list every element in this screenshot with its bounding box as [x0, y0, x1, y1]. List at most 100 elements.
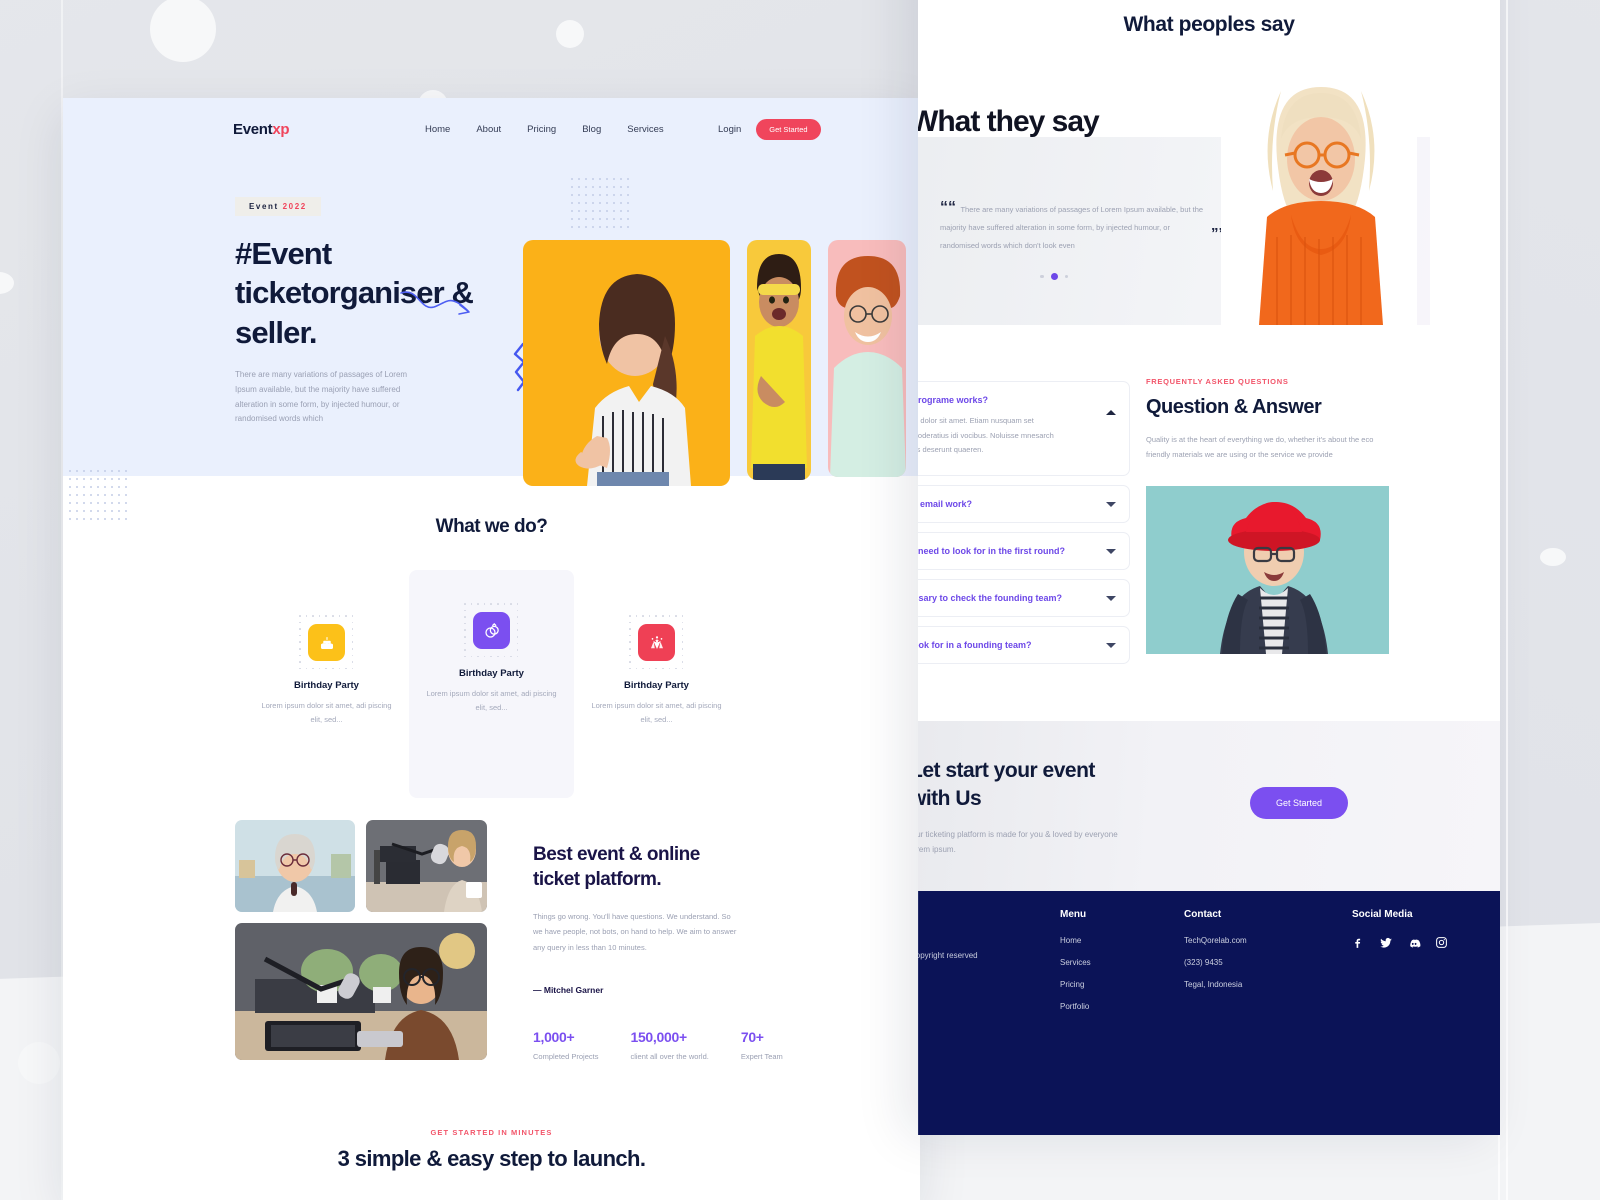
footer-link-portfolio[interactable]: Portfolio	[1060, 1002, 1091, 1011]
footer-social-title: Social Media	[1352, 908, 1413, 920]
cta-heading: Let start your event with Us	[918, 757, 1200, 814]
decor-circle	[1540, 548, 1566, 566]
footer-contact-phone[interactable]: (323) 9435	[1184, 958, 1247, 967]
pagination-dot[interactable]	[1064, 274, 1068, 279]
testimonial-pagination[interactable]	[1040, 273, 1068, 280]
gallery-photo	[235, 820, 355, 912]
what-we-do-section: What we do? Birthday Party Lorem ipsum d…	[63, 476, 920, 798]
faq-question[interactable]: What do I need to look for in the first …	[918, 546, 1115, 556]
brand-logo[interactable]: Eventxp	[233, 121, 290, 138]
footer-link-services[interactable]: Services	[1060, 958, 1091, 967]
event-badge-label: Event	[249, 202, 279, 211]
testimonial-overlay-title: What they say	[918, 105, 1100, 138]
facebook-icon[interactable]	[1352, 936, 1365, 949]
faq-item[interactable]: What do I need to look for in the first …	[918, 531, 1130, 570]
service-card-text: Lorem ipsum dolor sit amet, adi piscing …	[591, 701, 722, 724]
steps-section: GET STARTED IN MINUTES 3 simple & easy s…	[63, 1128, 920, 1200]
testimonials-title: What peoples say	[1123, 13, 1295, 36]
stat-label: client all over the world.	[630, 1052, 709, 1062]
chevron-up-icon[interactable]	[1106, 410, 1116, 415]
navbar: Eventxp Home About Pricing Blog Services…	[63, 98, 920, 160]
discord-icon[interactable]	[1407, 936, 1421, 950]
pagination-dot-active[interactable]	[1050, 273, 1058, 280]
faq-item[interactable]: Is it necessary to check the founding te…	[918, 578, 1130, 617]
faq-item[interactable]: What to look for in a founding team?	[918, 625, 1130, 664]
hero-photo-primary	[523, 240, 730, 486]
faq-item[interactable]: How does email work?	[918, 484, 1130, 523]
landing-page-preview: Eventxp Home About Pricing Blog Services…	[63, 98, 920, 1200]
footer-menu-column: Menu Home Services Pricing Portfolio	[1060, 909, 1091, 1024]
faq-description: Quality is at the heart of everything we…	[1146, 435, 1374, 459]
arrow-doodle-icon	[400, 291, 470, 315]
footer-link-home[interactable]: Home	[1060, 936, 1091, 945]
event-badge-year: 2022	[282, 202, 307, 211]
testimonials-eyebrow: GET STARTED IN MINUTES	[918, 0, 1500, 2]
hero-photo-group	[523, 240, 906, 486]
testimonials-header: GET STARTED IN MINUTES What peoples say	[918, 0, 1500, 37]
best-event-heading-line-1: Best event & online	[533, 844, 700, 865]
faq-answer: Lorem ipsum dolor sit amet. Etiam nusqua…	[918, 416, 1054, 455]
gallery-photo	[235, 923, 487, 1060]
faq-question[interactable]: Is it necessary to check the founding te…	[918, 593, 1115, 603]
testimonial-author: — Mitchel Garner	[533, 985, 604, 996]
login-link[interactable]: Login	[718, 124, 741, 135]
testimonials-faq-preview: GET STARTED IN MINUTES What peoples say …	[918, 0, 1500, 1135]
nav-item-blog[interactable]: Blog	[582, 124, 601, 135]
service-card[interactable]: Birthday Party Lorem ipsum dolor sit ame…	[409, 570, 574, 798]
faq-question[interactable]: How the programe works?	[918, 395, 1115, 405]
pagination-dot[interactable]	[1040, 274, 1044, 279]
chevron-down-icon[interactable]	[1106, 595, 1116, 601]
faq-question[interactable]: How does email work?	[918, 499, 1115, 509]
gallery-photo	[366, 820, 487, 912]
stat-number: 70+	[740, 1029, 764, 1046]
cta-heading-line-1: Let start your event	[918, 758, 1095, 782]
stat-number: 1,000+	[533, 1029, 575, 1046]
event-badge: Event 2022	[235, 197, 321, 216]
faq-title: Question & Answer	[1146, 396, 1322, 418]
testimonial-block: What they say ““ There are many variatio…	[918, 67, 1500, 329]
hero-photo-secondary	[747, 240, 811, 480]
footer-copyright: Copyright reserved	[918, 950, 978, 960]
footer-menu-title: Menu	[1060, 908, 1087, 920]
faq-intro: FREQUENTLY ASKED QUESTIONS Question & An…	[1146, 355, 1391, 673]
nav-links: Home About Pricing Blog Services	[425, 124, 664, 135]
hero-text-block: Event 2022 #Event ticketorganiser & sell…	[235, 196, 535, 427]
best-event-section: Best event & online ticket platform. Thi…	[63, 820, 920, 1064]
chevron-down-icon[interactable]	[1106, 642, 1116, 648]
footer-social-column: Social Media	[1352, 909, 1448, 950]
stat-label: Completed Projects	[533, 1052, 599, 1062]
cta-paragraph: Our ticketing platform is made for you &…	[918, 829, 1118, 854]
nav-item-services[interactable]: Services	[627, 124, 663, 135]
backdrop-edge	[1506, 0, 1508, 1200]
faq-item[interactable]: How the programe works? Lorem ipsum dolo…	[918, 381, 1130, 476]
service-card[interactable]: Birthday Party Lorem ipsum dolor sit ame…	[574, 586, 739, 798]
get-started-button[interactable]: Get Started	[756, 118, 821, 140]
stat-item: 1,000+ Completed Projects	[533, 1029, 598, 1064]
nav-actions: Login Get Started	[718, 118, 821, 140]
chevron-down-icon[interactable]	[1106, 501, 1116, 507]
service-card-title: Birthday Party	[294, 680, 359, 691]
service-card[interactable]: Birthday Party Lorem ipsum dolor sit ame…	[244, 586, 409, 798]
twitter-icon[interactable]	[1379, 936, 1393, 950]
cta-section: Let start your event with Us Our ticketi…	[918, 720, 1500, 891]
dot-grid-decor	[571, 178, 631, 236]
instagram-icon[interactable]	[1435, 936, 1448, 949]
footer-contact-website[interactable]: TechQorelab.com	[1184, 936, 1247, 945]
cta-heading-line-2: with Us	[918, 787, 982, 811]
cta-text: Let start your event with Us Our ticketi…	[918, 757, 1200, 858]
social-icon-row	[1352, 936, 1448, 950]
decor-circle	[556, 20, 584, 48]
footer-link-pricing[interactable]: Pricing	[1060, 980, 1091, 989]
steps-eyebrow: GET STARTED IN MINUTES	[430, 1127, 553, 1137]
birthday-cake-icon	[299, 615, 354, 670]
nav-item-about[interactable]: About	[476, 124, 501, 135]
cta-get-started-button[interactable]: Get Started	[1250, 786, 1349, 819]
nav-item-pricing[interactable]: Pricing	[527, 124, 556, 135]
stat-label: Expert Team	[740, 1052, 783, 1062]
faq-question[interactable]: What to look for in a founding team?	[918, 640, 1115, 650]
footer: Copyright reserved Menu Home Services Pr…	[918, 890, 1500, 1135]
fireworks-icon	[629, 615, 684, 670]
footer-contact-address: Tegal, Indonesia	[1184, 979, 1243, 989]
nav-item-home[interactable]: Home	[425, 124, 450, 135]
chevron-down-icon[interactable]	[1106, 548, 1116, 554]
